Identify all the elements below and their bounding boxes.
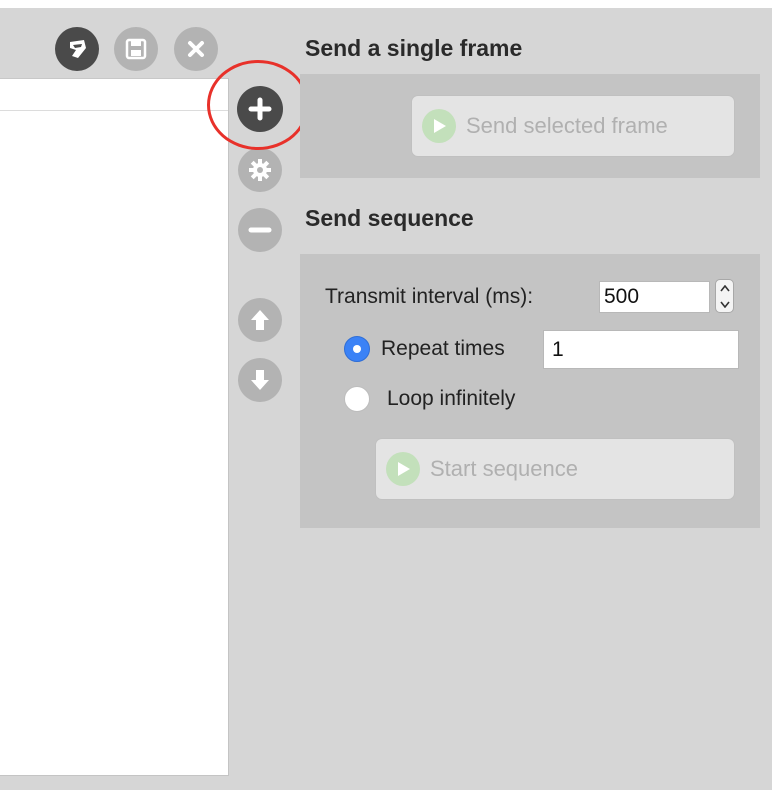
- broom-icon[interactable]: [55, 27, 99, 71]
- plus-icon[interactable]: [237, 86, 283, 132]
- play-icon: [386, 452, 420, 486]
- interval-stepper[interactable]: [715, 279, 734, 313]
- frame-list-header: [0, 79, 228, 111]
- save-icon[interactable]: [114, 27, 158, 71]
- transmit-interval-input[interactable]: [599, 281, 710, 313]
- window-top-edge: [0, 0, 772, 8]
- arrow-down-icon[interactable]: [238, 358, 282, 402]
- transmit-interval-label: Transmit interval (ms):: [325, 285, 534, 308]
- play-icon: [422, 109, 456, 143]
- close-icon[interactable]: [174, 27, 218, 71]
- loop-infinitely-radio[interactable]: [344, 386, 370, 412]
- send-selected-frame-button[interactable]: Send selected frame: [411, 95, 735, 157]
- arrow-up-icon[interactable]: [238, 298, 282, 342]
- loop-infinitely-label: Loop infinitely: [387, 387, 516, 410]
- send-selected-frame-label: Send selected frame: [466, 113, 668, 138]
- minus-icon[interactable]: [238, 208, 282, 252]
- repeat-times-radio[interactable]: [344, 336, 370, 362]
- frame-list-panel[interactable]: [0, 78, 229, 776]
- stepper-up-icon[interactable]: [716, 280, 733, 296]
- single-frame-title: Send a single frame: [305, 35, 523, 61]
- repeat-times-label: Repeat times: [381, 337, 505, 360]
- repeat-times-input[interactable]: [543, 330, 739, 369]
- gear-icon[interactable]: [238, 148, 282, 192]
- send-sequence-title: Send sequence: [305, 205, 474, 231]
- start-sequence-button[interactable]: Start sequence: [375, 438, 735, 500]
- start-sequence-label: Start sequence: [430, 456, 578, 481]
- stepper-down-icon[interactable]: [716, 296, 733, 312]
